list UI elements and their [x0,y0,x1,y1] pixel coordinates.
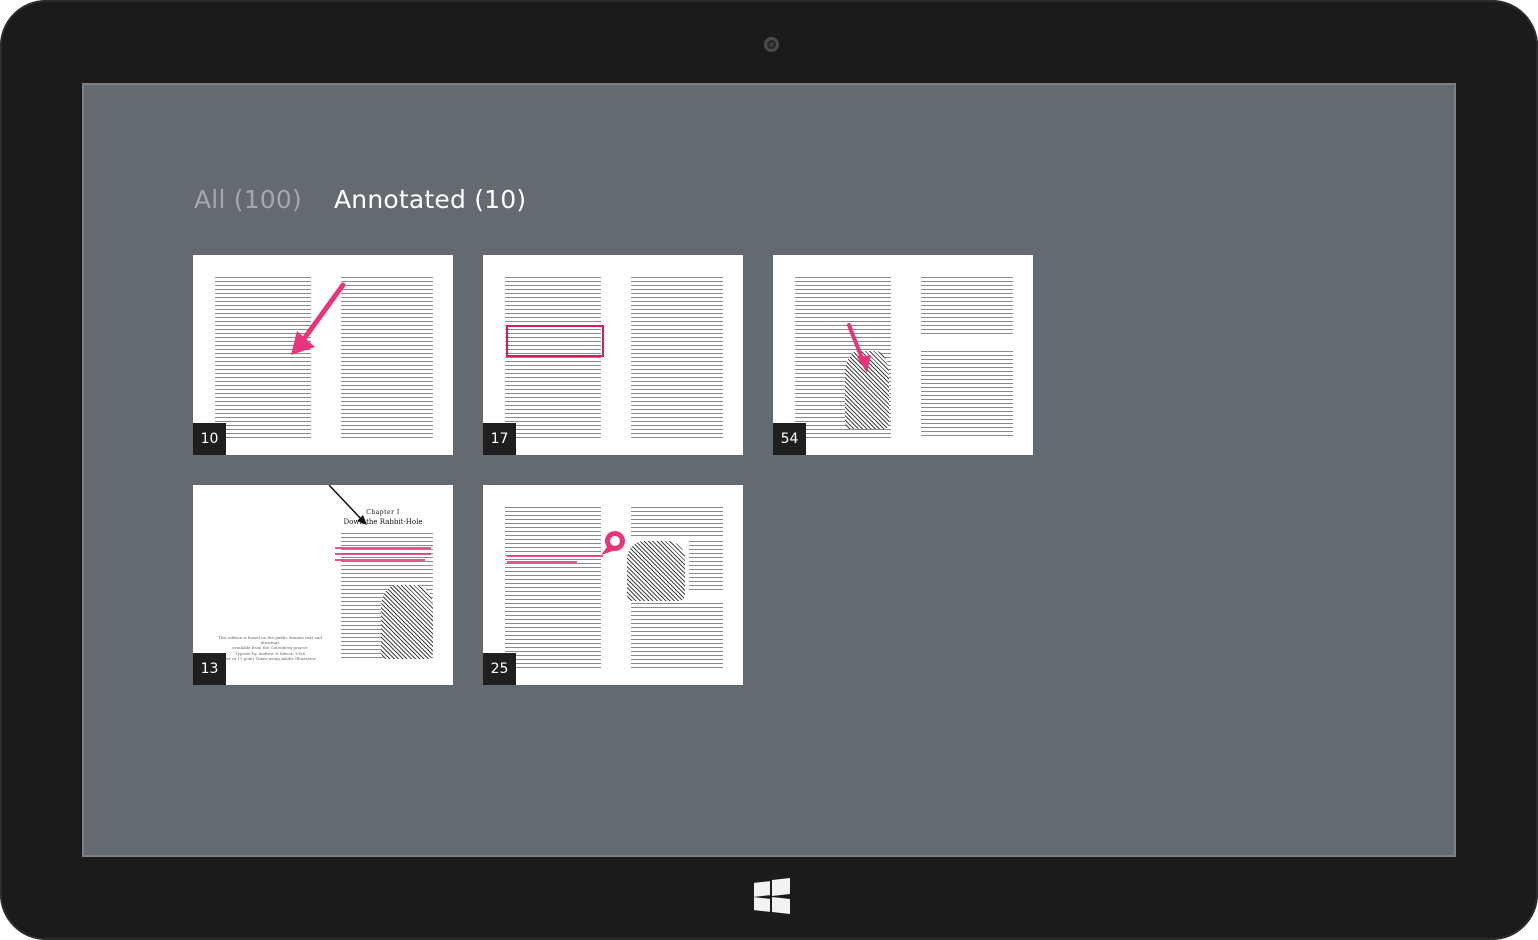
windows-logo-icon[interactable] [754,878,790,914]
annotation-arrow [847,323,871,373]
edition-note-line: This edition is based on the public doma… [218,635,322,645]
annotation-note-icon[interactable] [483,485,743,685]
screen: All (100) Annotated (10) 10 17 54 Chapte… [82,83,1456,857]
page-thumbnail[interactable]: 54 [773,255,1033,455]
page-thumbnail[interactable]: 17 [483,255,743,455]
page-number-badge: 54 [773,423,806,455]
annotation-rectangle [506,325,604,357]
page-thumbnail[interactable]: 10 [193,255,453,455]
tab-all[interactable]: All (100) [194,185,302,214]
page-thumbnail[interactable]: Chapter I Down the Rabbit-Hole This edit… [193,485,453,685]
typeset-note-line: Set in 11 point Times using Adobe Illust… [224,656,316,661]
edition-note-line: available from the Gutenberg project [232,645,308,650]
camera-icon [764,37,779,52]
page-thumbnail[interactable]: 25 [483,485,743,685]
page-number-badge: 17 [483,423,516,455]
edition-note: This edition is based on the public doma… [215,635,325,650]
typeset-note: Typeset by Andrew D Mauch 1996 Set in 11… [215,651,325,661]
page-number-badge: 10 [193,423,226,455]
page-number-badge: 13 [193,653,226,685]
annotation-arrow [291,282,346,355]
tab-annotated[interactable]: Annotated (10) [334,185,526,214]
page-number-badge: 25 [483,653,516,685]
